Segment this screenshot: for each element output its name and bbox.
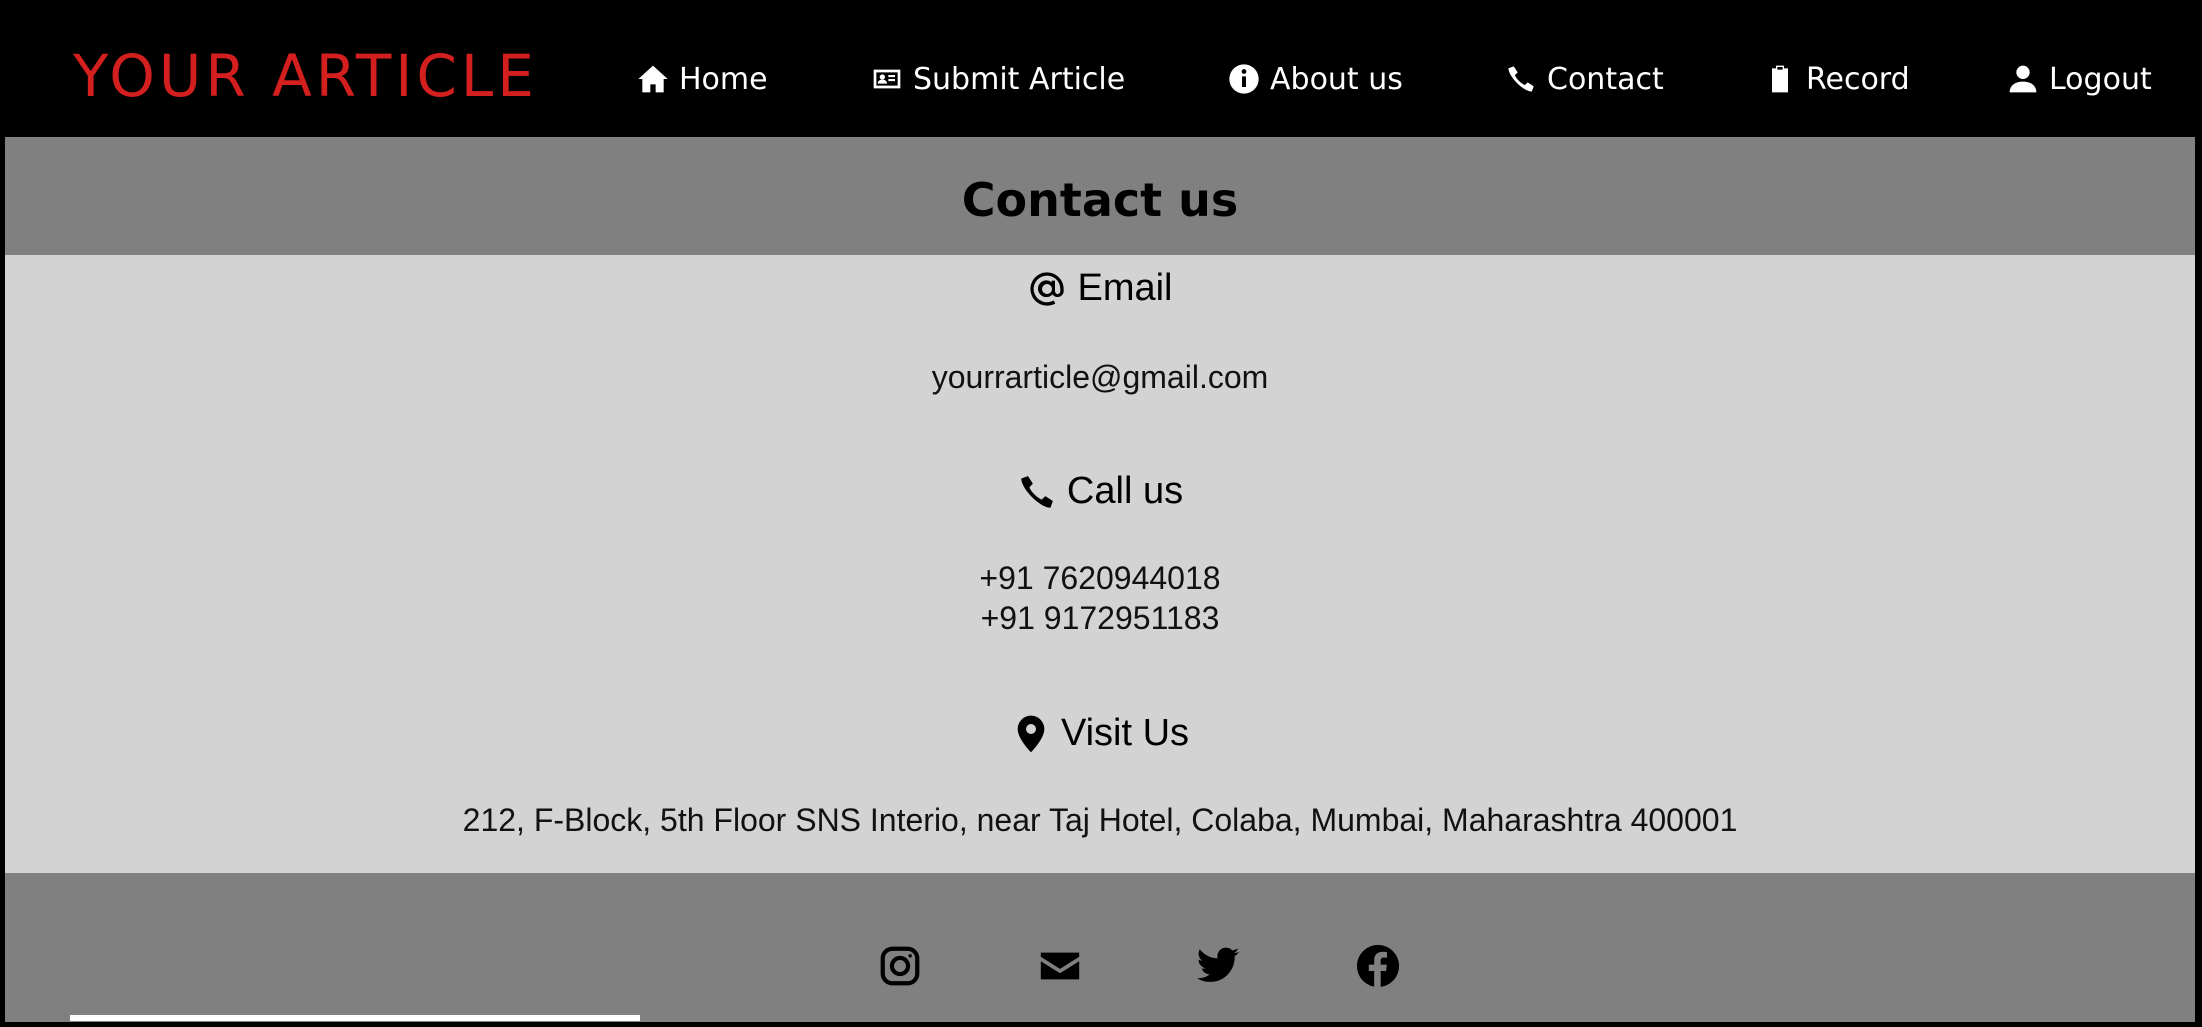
user-icon <box>2009 65 2037 93</box>
facebook-link[interactable] <box>1355 943 1401 989</box>
clipboard-icon <box>1772 65 1788 93</box>
page: YOUR ARTICLE Home Submit Article About u… <box>5 5 2195 1022</box>
id-card-icon <box>873 69 901 89</box>
nav-logout[interactable]: Logout <box>2007 57 2152 101</box>
instagram-link[interactable] <box>877 943 923 989</box>
phone-icon <box>1508 66 1534 92</box>
call-heading: Call us <box>5 470 2195 513</box>
window-frame: YOUR ARTICLE Home Submit Article About u… <box>0 0 2202 1027</box>
email-link[interactable] <box>1037 943 1083 989</box>
map-pin-icon <box>1017 715 1045 752</box>
phone-icon <box>1021 475 1053 508</box>
nav-submit-article[interactable]: Submit Article <box>871 57 1125 101</box>
nav-logout-label: Logout <box>2049 61 2152 97</box>
twitter-link[interactable] <box>1195 943 1241 989</box>
email-heading: Email <box>5 267 2195 310</box>
email-heading-label: Email <box>1077 267 1173 309</box>
nav-submit-label: Submit Article <box>913 61 1126 97</box>
nav-contact[interactable]: Contact <box>1505 57 1664 101</box>
visit-heading: Visit Us <box>5 712 2195 755</box>
phone-number-1[interactable]: +91 7620944018 <box>5 558 2195 598</box>
call-heading-label: Call us <box>1066 470 1184 512</box>
at-icon <box>1030 271 1065 306</box>
footer <box>5 873 2195 1022</box>
email-address[interactable]: yourrarticle@gmail.com <box>5 357 2195 397</box>
nav-about-label: About us <box>1270 61 1403 97</box>
brand-logo[interactable]: YOUR ARTICLE <box>73 41 538 111</box>
instagram-icon <box>880 946 920 986</box>
twitter-icon <box>1196 947 1240 982</box>
visit-heading-label: Visit Us <box>1060 712 1190 754</box>
navbar: YOUR ARTICLE Home Submit Article About u… <box>5 5 2195 137</box>
facebook-icon <box>1356 944 1400 988</box>
nav-record[interactable]: Record <box>1764 57 1910 101</box>
home-icon <box>638 65 668 93</box>
page-title: Contact us <box>961 173 1239 227</box>
nav-about[interactable]: About us <box>1228 57 1403 101</box>
title-band: Contact us <box>5 137 2195 255</box>
nav-home-label: Home <box>679 61 768 97</box>
phone-number-2[interactable]: +91 9172951183 <box>5 598 2195 638</box>
nav-contact-label: Contact <box>1547 61 1664 97</box>
nav-home[interactable]: Home <box>637 57 768 101</box>
address: 212, F-Block, 5th Floor SNS Interio, nea… <box>462 802 1738 838</box>
envelope-icon <box>1040 952 1080 980</box>
info-circle-icon <box>1229 64 1259 94</box>
nav-record-label: Record <box>1806 61 1910 97</box>
footer-divider <box>70 1015 640 1021</box>
